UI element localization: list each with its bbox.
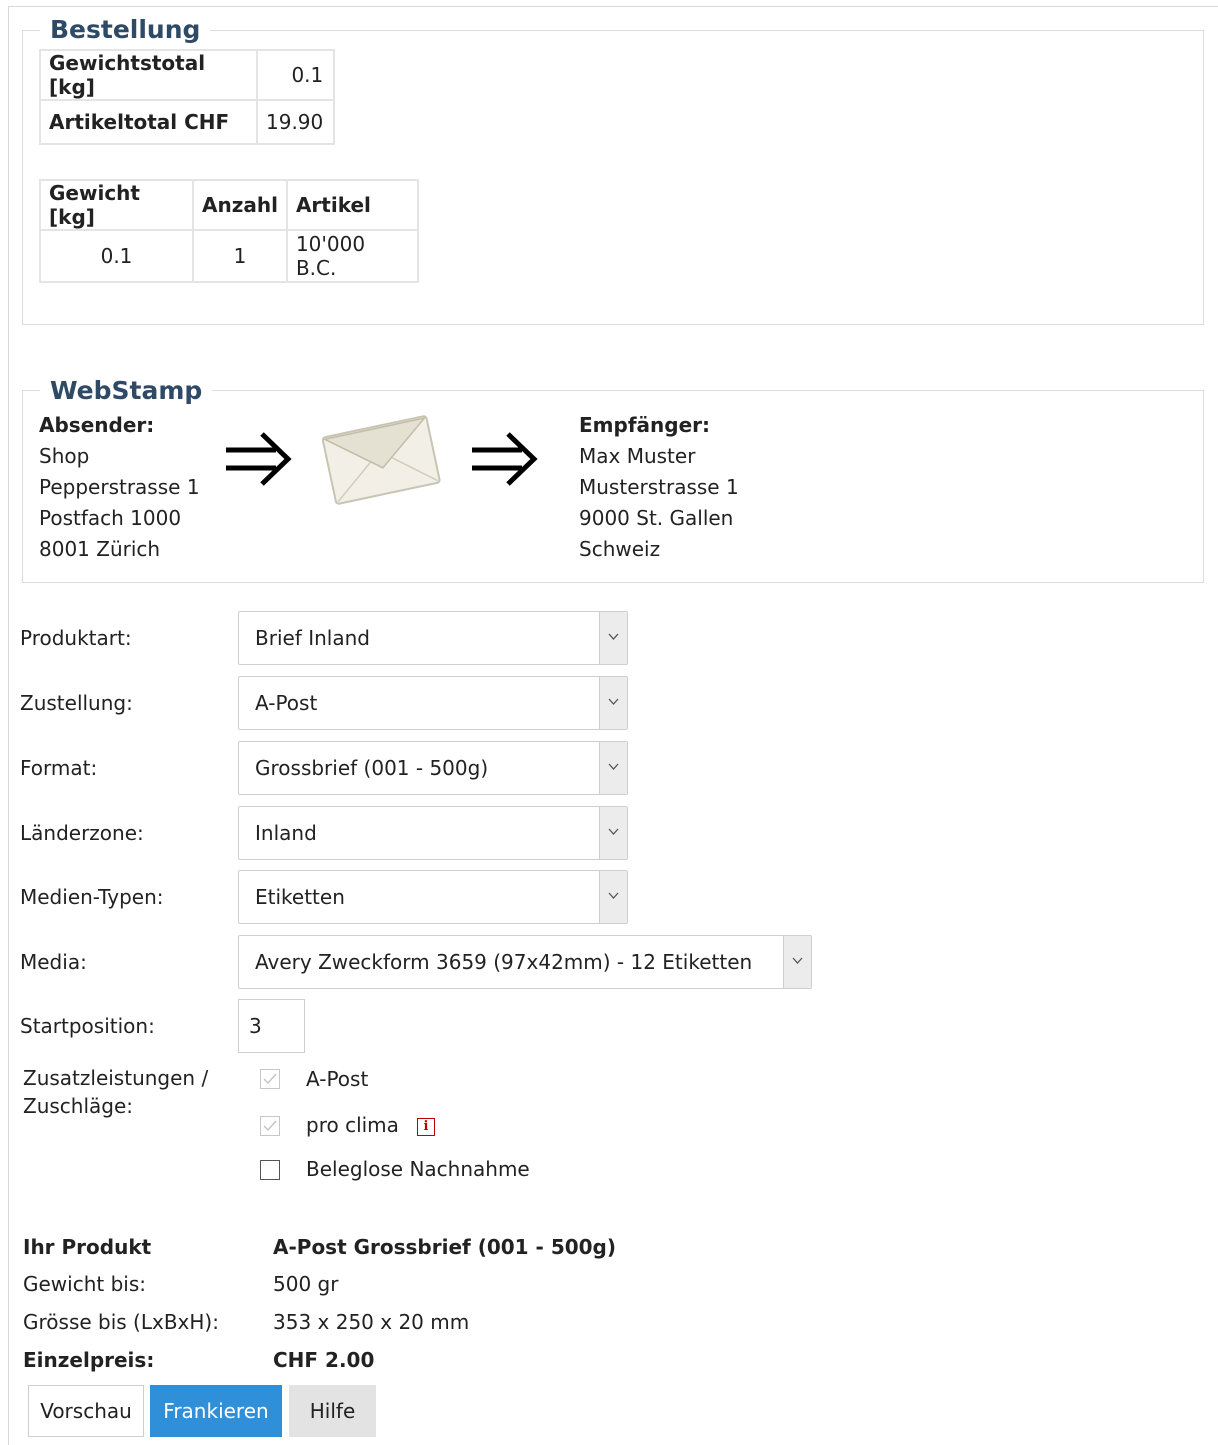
delivery-label: Zustellung: [20, 691, 133, 715]
summary-product-value: A-Post Grossbrief (001 - 500g) [273, 1235, 617, 1259]
webstamp-legend: WebStamp [40, 376, 213, 406]
media-type-value: Etiketten [255, 885, 345, 909]
product-type-select[interactable]: Brief Inland [238, 611, 628, 665]
info-icon[interactable]: i [417, 1118, 435, 1136]
extra-pro-clima-checkbox[interactable] [260, 1116, 280, 1136]
summary-price-value: CHF 2.00 [273, 1348, 375, 1372]
arrow-right-icon [470, 430, 540, 490]
summary-weight-value: 500 gr [273, 1272, 339, 1296]
sender-heading: Absender: [39, 413, 155, 437]
product-type-label: Produktart: [20, 626, 132, 650]
extra-cod-label: Beleglose Nachnahme [306, 1157, 530, 1181]
delivery-select[interactable]: A-Post [238, 676, 628, 730]
recipient-address: Empfänger: Max Muster Musterstrasse 1 90… [579, 410, 739, 565]
summary-size-label: Grösse bis (LxBxH): [23, 1310, 219, 1334]
item-article: 10'000 B.C. [285, 229, 419, 283]
sender-line: Postfach 1000 [39, 506, 182, 530]
column-header-qty: Anzahl [192, 179, 288, 231]
table-row: Gewichtstotal [kg] 0.1 [39, 49, 336, 101]
chevron-down-icon[interactable] [599, 742, 627, 794]
order-legend: Bestellung [40, 15, 211, 45]
order-items-table: Gewicht [kg] Anzahl Artikel 0.1 1 10'000… [39, 179, 419, 283]
extra-pro-clima-label: pro clima [306, 1113, 399, 1137]
weight-total-label: Gewichtstotal [kg] [39, 49, 258, 101]
media-type-select[interactable]: Etiketten [238, 870, 628, 924]
media-type-label: Medien-Typen: [20, 885, 164, 909]
table-row: Artikeltotal CHF 19.90 [39, 99, 336, 145]
extra-a-post-label: A-Post [306, 1067, 369, 1091]
envelope-icon [318, 410, 444, 508]
recipient-line: Schweiz [579, 537, 661, 561]
weight-total-value: 0.1 [255, 49, 336, 101]
recipient-line: 9000 St. Gallen [579, 506, 734, 530]
media-select[interactable]: Avery Zweckform 3659 (97x42mm) - 12 Etik… [238, 935, 812, 989]
product-type-value: Brief Inland [255, 626, 370, 650]
delivery-value: A-Post [255, 691, 318, 715]
start-position-input[interactable]: 3 [238, 999, 305, 1053]
article-total-value: 19.90 [255, 99, 336, 145]
media-label: Media: [20, 950, 87, 974]
item-qty: 1 [192, 229, 288, 283]
chevron-down-icon[interactable] [599, 871, 627, 923]
zone-select[interactable]: Inland [238, 806, 628, 860]
format-select[interactable]: Grossbrief (001 - 500g) [238, 741, 628, 795]
extras-label-line: Zuschläge: [23, 1094, 134, 1118]
recipient-line: Musterstrasse 1 [579, 475, 739, 499]
extra-cod-checkbox[interactable] [260, 1160, 280, 1180]
zone-label: Länderzone: [20, 821, 144, 845]
start-position-label: Startposition: [20, 1014, 155, 1038]
summary-size-value: 353 x 250 x 20 mm [273, 1310, 470, 1334]
summary-weight-label: Gewicht bis: [23, 1272, 146, 1296]
format-label: Format: [20, 756, 98, 780]
table-header-row: Gewicht [kg] Anzahl Artikel [39, 179, 419, 231]
extra-a-post-checkbox[interactable] [260, 1069, 280, 1089]
extras-label-line: Zusatzleistungen / [23, 1066, 209, 1090]
table-row: 0.1 1 10'000 B.C. [39, 229, 419, 283]
zone-value: Inland [255, 821, 317, 845]
extras-label: Zusatzleistungen / Zuschläge: [23, 1064, 208, 1120]
recipient-heading: Empfänger: [579, 413, 710, 437]
article-total-label: Artikeltotal CHF [39, 99, 258, 145]
summary-product-label: Ihr Produkt [23, 1235, 152, 1259]
sender-line: Shop [39, 444, 90, 468]
frank-button[interactable]: Frankieren [150, 1385, 282, 1437]
item-weight: 0.1 [39, 229, 194, 283]
sender-line: Pepperstrasse 1 [39, 475, 200, 499]
sender-line: 8001 Zürich [39, 537, 161, 561]
sender-address: Absender: Shop Pepperstrasse 1 Postfach … [39, 410, 200, 565]
column-header-weight: Gewicht [kg] [39, 179, 194, 231]
chevron-down-icon[interactable] [783, 936, 811, 988]
chevron-down-icon[interactable] [599, 612, 627, 664]
summary-price-label: Einzelpreis: [23, 1348, 155, 1372]
media-value: Avery Zweckform 3659 (97x42mm) - 12 Etik… [255, 950, 753, 974]
column-header-article: Artikel [285, 179, 419, 231]
preview-button[interactable]: Vorschau [28, 1385, 144, 1437]
recipient-line: Max Muster [579, 444, 696, 468]
help-button[interactable]: Hilfe [289, 1385, 376, 1437]
chevron-down-icon[interactable] [599, 807, 627, 859]
arrow-right-icon [224, 430, 294, 490]
format-value: Grossbrief (001 - 500g) [255, 756, 489, 780]
order-totals-table: Gewichtstotal [kg] 0.1 Artikeltotal CHF … [39, 49, 336, 145]
chevron-down-icon[interactable] [599, 677, 627, 729]
